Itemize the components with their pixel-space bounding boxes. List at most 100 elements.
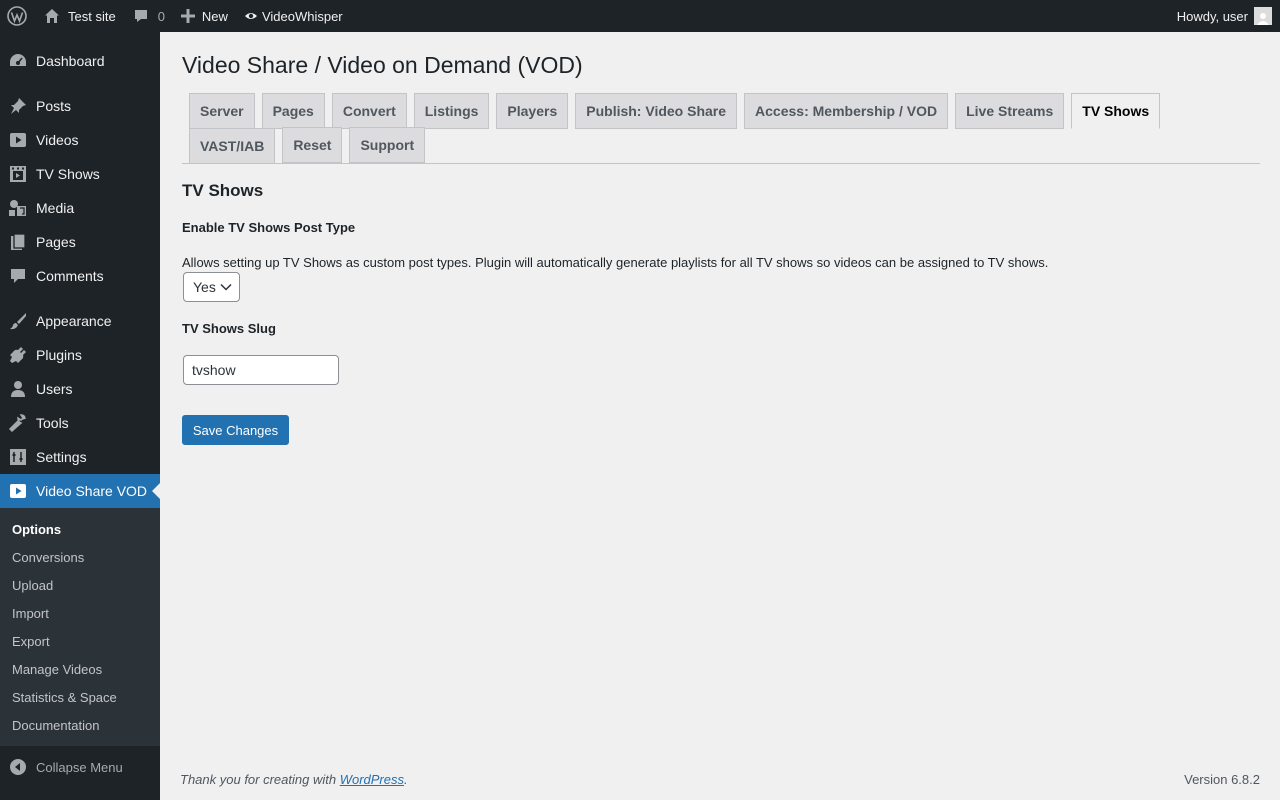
admin-bar: Test site 0 New VideoWhisper Howdy, user xyxy=(0,0,1280,32)
sidebar-item-label: Videos xyxy=(36,132,79,148)
sidebar-item-dashboard[interactable]: Dashboard xyxy=(0,44,160,78)
sidebar-item-label: Dashboard xyxy=(36,53,105,69)
site-name-link[interactable]: Test site xyxy=(34,0,124,32)
comments-link[interactable]: 0 xyxy=(124,0,173,32)
video-icon xyxy=(0,131,36,149)
avatar xyxy=(1254,7,1272,25)
howdy-text: Howdy, user xyxy=(1176,8,1248,24)
submenu-item-import[interactable]: Import xyxy=(0,599,160,627)
tab-support[interactable]: Support xyxy=(349,127,426,163)
comments-count: 0 xyxy=(157,8,165,24)
collapse-menu-button[interactable]: Collapse Menu xyxy=(0,750,160,784)
tab-players[interactable]: Players xyxy=(496,93,569,129)
sidebar-item-appearance[interactable]: Appearance xyxy=(0,304,160,338)
pages-icon xyxy=(0,232,36,252)
chevron-down-icon xyxy=(220,283,232,291)
tab-live-streams[interactable]: Live Streams xyxy=(955,93,1065,129)
sidebar-item-label: Posts xyxy=(36,98,72,114)
collapse-label: Collapse Menu xyxy=(36,759,123,775)
enable-tv-shows-select[interactable]: Yes xyxy=(183,272,240,302)
submenu-item-upload[interactable]: Upload xyxy=(0,571,160,599)
submenu-item-documentation[interactable]: Documentation xyxy=(0,711,160,739)
sidebar-item-users[interactable]: Users xyxy=(0,372,160,406)
page-title: Video Share / Video on Demand (VOD) xyxy=(182,52,583,78)
tab-publish[interactable]: Publish: Video Share xyxy=(575,93,738,129)
sidebar-item-label: Appearance xyxy=(36,313,112,329)
eye-icon xyxy=(244,13,257,19)
sidebar-item-label: Tools xyxy=(36,415,69,431)
sidebar-item-video-share-vod[interactable]: Video Share VOD xyxy=(0,474,160,508)
tab-pages[interactable]: Pages xyxy=(261,93,325,129)
submenu-item-manage-videos[interactable]: Manage Videos xyxy=(0,655,160,683)
sidebar-item-label: Comments xyxy=(36,268,104,284)
sidebar-item-tv-shows[interactable]: TV Shows xyxy=(0,157,160,191)
tab-tv-shows[interactable]: TV Shows xyxy=(1071,93,1161,129)
sidebar-item-label: Users xyxy=(36,381,73,397)
settings-tabs: Server Pages Convert Listings Players Pu… xyxy=(182,93,1260,164)
wordpress-logo-icon[interactable] xyxy=(0,0,34,32)
tab-listings[interactable]: Listings xyxy=(413,93,490,129)
sidebar-item-pages[interactable]: Pages xyxy=(0,225,160,259)
collapse-icon xyxy=(0,758,36,776)
tab-vast-iab[interactable]: VAST/IAB xyxy=(189,128,276,164)
sidebar-item-media[interactable]: Media xyxy=(0,191,160,225)
new-label: New xyxy=(201,8,228,24)
save-changes-button[interactable]: Save Changes xyxy=(182,415,289,445)
sidebar-item-plugins[interactable]: Plugins xyxy=(0,338,160,372)
tv-shows-slug-input[interactable]: tvshow xyxy=(183,355,339,385)
footer-thanks: Thank you for creating with WordPress. xyxy=(180,772,408,787)
submenu-item-conversions[interactable]: Conversions xyxy=(0,543,160,571)
videowhisper-label: VideoWhisper xyxy=(261,8,343,24)
footer-thanks-prefix: Thank you for creating with xyxy=(180,772,340,787)
sidebar-item-posts[interactable]: Posts xyxy=(0,89,160,123)
tv-shows-slug-label: TV Shows Slug xyxy=(182,321,276,336)
sidebar-item-label: Plugins xyxy=(36,347,82,363)
sidebar-item-comments[interactable]: Comments xyxy=(0,259,160,293)
tab-server[interactable]: Server xyxy=(189,93,255,129)
media-icon xyxy=(0,198,36,218)
tab-convert[interactable]: Convert xyxy=(331,93,407,129)
account-menu[interactable]: Howdy, user xyxy=(1169,0,1280,32)
sidebar-item-label: TV Shows xyxy=(36,166,100,182)
footer-thanks-suffix: . xyxy=(404,772,408,787)
submenu-item-statistics[interactable]: Statistics & Space xyxy=(0,683,160,711)
footer: Thank you for creating with WordPress. V… xyxy=(180,772,1260,787)
sidebar-item-videos[interactable]: Videos xyxy=(0,123,160,157)
sidebar-item-label: Media xyxy=(36,200,75,216)
pushpin-icon xyxy=(0,96,36,116)
main-content: Video Share / Video on Demand (VOD) Serv… xyxy=(182,32,1260,445)
submenu-item-export[interactable]: Export xyxy=(0,627,160,655)
site-name: Test site xyxy=(68,8,116,24)
comment-icon xyxy=(134,10,147,22)
sidebar-item-settings[interactable]: Settings xyxy=(0,440,160,474)
videowhisper-link[interactable]: VideoWhisper xyxy=(236,0,351,32)
footer-version: Version 6.8.2 xyxy=(1184,772,1260,787)
plus-icon xyxy=(180,9,195,23)
section-title: TV Shows xyxy=(182,181,264,200)
home-icon xyxy=(45,9,59,23)
dashboard-icon xyxy=(0,51,36,71)
tab-reset[interactable]: Reset xyxy=(282,127,343,163)
enable-tv-shows-label: Enable TV Shows Post Type xyxy=(182,220,356,235)
film-icon xyxy=(0,164,36,184)
new-content-link[interactable]: New xyxy=(173,0,236,32)
tv-shows-slug-value: tvshow xyxy=(192,362,236,378)
submenu-video-share-vod: Options Conversions Upload Import Export… xyxy=(0,508,160,746)
video-icon xyxy=(0,482,36,500)
sidebar-item-label: Pages xyxy=(36,234,76,250)
wordpress-link[interactable]: WordPress xyxy=(340,772,404,787)
wrench-icon xyxy=(0,413,36,433)
enable-tv-shows-description: Allows setting up TV Shows as custom pos… xyxy=(182,255,1049,270)
user-icon xyxy=(0,380,36,398)
sidebar-item-label: Video Share VOD xyxy=(36,483,148,499)
brush-icon xyxy=(0,311,36,331)
enable-tv-shows-value: Yes xyxy=(193,279,216,295)
sidebar-item-tools[interactable]: Tools xyxy=(0,406,160,440)
settings-icon xyxy=(0,448,36,466)
comment-icon xyxy=(0,267,36,285)
tab-access[interactable]: Access: Membership / VOD xyxy=(744,93,949,129)
sidebar-item-label: Settings xyxy=(36,449,87,465)
plugin-icon xyxy=(0,345,36,365)
submenu-item-options[interactable]: Options xyxy=(0,515,160,543)
admin-sidebar: Dashboard Posts Videos TV Shows Media Pa… xyxy=(0,32,160,800)
